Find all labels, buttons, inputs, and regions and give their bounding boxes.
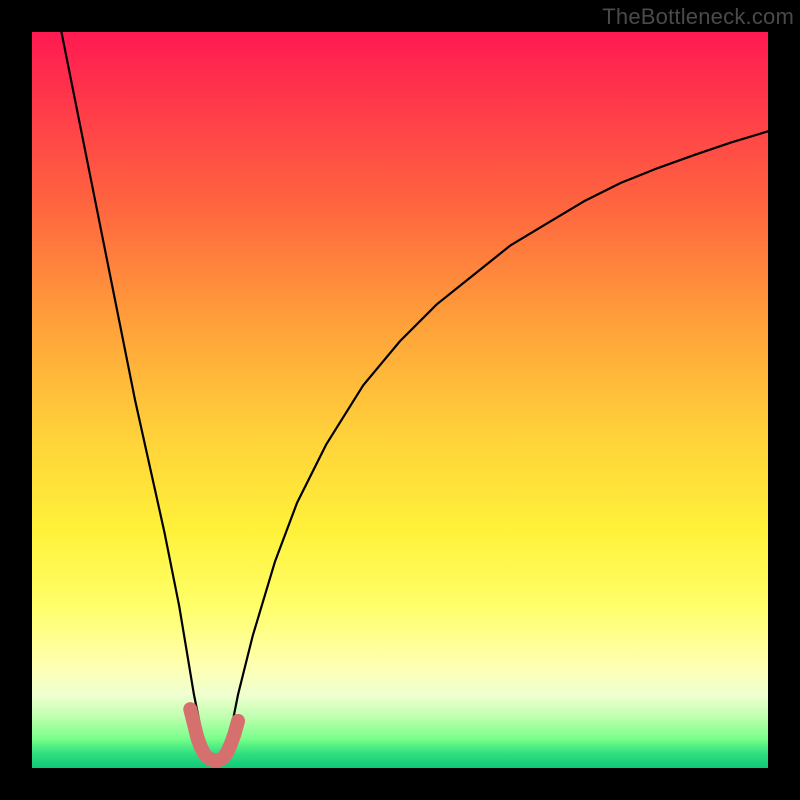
chart-frame: TheBottleneck.com: [0, 0, 800, 800]
plot-area: [32, 32, 768, 768]
curve-layer: [32, 32, 768, 768]
watermark-text: TheBottleneck.com: [602, 4, 794, 30]
optimal-highlight: [190, 709, 238, 761]
bottleneck-curve: [61, 32, 768, 761]
